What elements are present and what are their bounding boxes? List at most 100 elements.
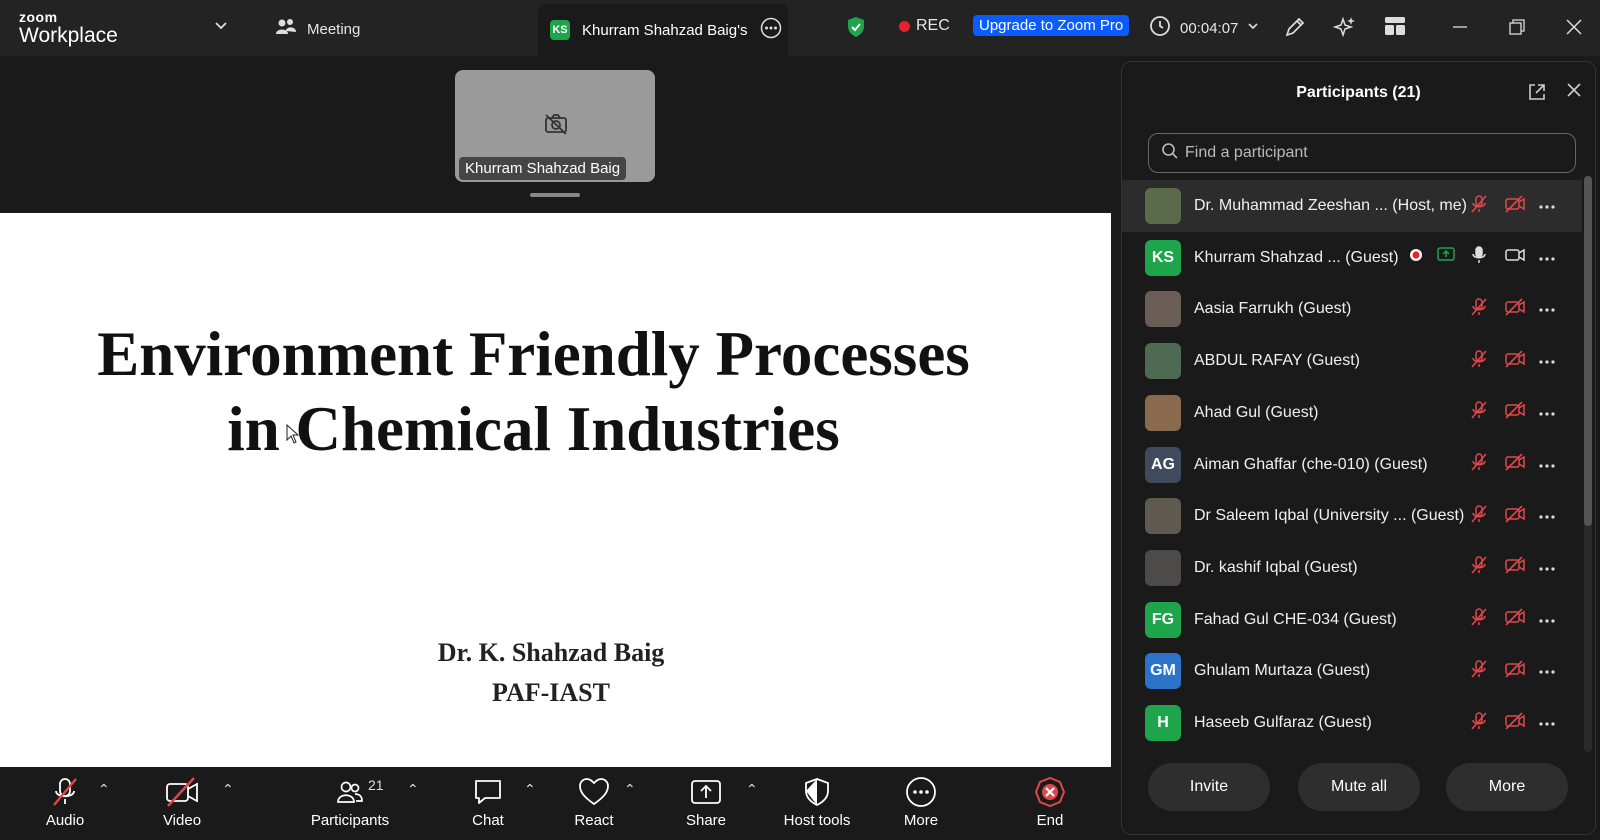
video-off-icon[interactable] — [1504, 504, 1526, 529]
avatar — [1145, 343, 1181, 380]
search-input[interactable] — [1185, 144, 1565, 162]
more-options-icon[interactable] — [1538, 507, 1556, 525]
participant-video-thumbnail[interactable]: Khurram Shahzad Baig — [455, 70, 655, 182]
more-button[interactable]: More — [876, 775, 966, 829]
share-button[interactable]: Share — [661, 775, 751, 829]
mic-icon[interactable] — [1470, 245, 1488, 270]
more-options-icon[interactable] — [1538, 714, 1556, 732]
video-off-icon[interactable] — [1504, 711, 1526, 736]
participants-button[interactable]: 21 Participants — [305, 775, 395, 829]
video-off-icon[interactable] — [1504, 194, 1526, 219]
participant-row[interactable]: KS Khurram Shahzad ... (Guest) — [1122, 232, 1582, 284]
resize-handle[interactable] — [530, 193, 580, 197]
participants-options-caret-icon[interactable]: ⌃ — [407, 781, 419, 798]
video-off-icon[interactable] — [1504, 297, 1526, 322]
participant-name: ABDUL RAFAY (Guest) — [1194, 352, 1360, 370]
participants-title: Participants (21) — [1296, 84, 1421, 101]
participant-row[interactable]: ABDUL RAFAY (Guest) — [1122, 335, 1582, 387]
scrollbar-thumb[interactable] — [1584, 176, 1592, 526]
video-off-icon[interactable] — [1504, 452, 1526, 477]
participants-icon: 21 — [336, 775, 384, 809]
participant-row[interactable]: Dr Saleem Iqbal (University ... (Guest) — [1122, 490, 1582, 542]
participant-row[interactable]: Aasia Farrukh (Guest) — [1122, 283, 1582, 335]
apps-grid-icon[interactable] — [1384, 15, 1406, 37]
muted-mic-icon[interactable] — [1470, 607, 1488, 632]
chat-button[interactable]: Chat — [443, 775, 533, 829]
muted-mic-icon[interactable] — [1470, 194, 1488, 219]
chevron-down-icon[interactable] — [212, 16, 230, 34]
tab-avatar: KS — [550, 20, 570, 40]
video-off-icon[interactable] — [1504, 659, 1526, 684]
share-options-caret-icon[interactable]: ⌃ — [746, 781, 758, 798]
rec-dot-icon — [899, 20, 910, 32]
participant-row[interactable]: GM Ghulam Murtaza (Guest) — [1122, 645, 1582, 697]
upgrade-button[interactable]: Upgrade to Zoom Pro — [973, 15, 1130, 36]
chat-icon — [473, 775, 503, 809]
muted-mic-icon[interactable] — [1470, 659, 1488, 684]
react-options-caret-icon[interactable]: ⌃ — [624, 781, 636, 798]
participant-row[interactable]: Dr. kashif Iqbal (Guest) — [1122, 542, 1582, 594]
muted-mic-icon[interactable] — [1470, 555, 1488, 580]
mute-all-button[interactable]: Mute all — [1298, 763, 1420, 811]
video-button[interactable]: Video — [137, 775, 227, 829]
security-shield-icon[interactable] — [846, 16, 866, 38]
participant-row[interactable]: AG Aiman Ghaffar (che-010) (Guest) — [1122, 439, 1582, 491]
participant-list-scrollbar[interactable] — [1584, 176, 1592, 752]
host-tools-button[interactable]: Host tools — [772, 775, 862, 829]
invite-button[interactable]: Invite — [1148, 763, 1270, 811]
muted-mic-icon[interactable] — [1470, 349, 1488, 374]
more-options-icon[interactable] — [1538, 249, 1556, 267]
end-meeting-button[interactable]: End — [1005, 775, 1095, 829]
chevron-down-icon — [1246, 19, 1260, 38]
video-off-icon[interactable] — [1504, 349, 1526, 374]
more-options-icon[interactable] — [1538, 662, 1556, 680]
meeting-tab[interactable]: Meeting — [275, 16, 360, 43]
muted-mic-icon[interactable] — [1470, 297, 1488, 322]
participant-name: Aiman Ghaffar (che-010) (Guest) — [1194, 455, 1428, 473]
slide-author: Dr. K. Shahzad Baig — [437, 638, 665, 667]
video-off-icon[interactable] — [1504, 555, 1526, 580]
slide-author-block: Dr. K. Shahzad Baig PAF-IAST — [0, 633, 1102, 713]
more-options-icon[interactable] — [1538, 559, 1556, 577]
video-icon[interactable] — [1504, 245, 1526, 270]
audio-options-caret-icon[interactable]: ⌃ — [98, 781, 110, 798]
more-options-icon[interactable] — [1538, 611, 1556, 629]
popout-icon[interactable] — [1527, 82, 1547, 107]
more-options-icon[interactable] — [1538, 300, 1556, 318]
video-off-icon[interactable] — [1504, 400, 1526, 425]
muted-mic-icon[interactable] — [1470, 400, 1488, 425]
ai-companion-icon[interactable] — [1333, 15, 1357, 39]
close-window-icon[interactable] — [1565, 18, 1583, 36]
participant-search[interactable] — [1148, 133, 1576, 173]
minimize-icon[interactable] — [1451, 18, 1469, 36]
more-options-icon[interactable] — [1538, 456, 1556, 474]
participant-row[interactable]: Ahad Gul (Guest) — [1122, 387, 1582, 439]
participant-row[interactable]: Dr. Muhammad Zeeshan ... (Host, me) — [1122, 180, 1582, 232]
muted-mic-icon — [50, 775, 80, 809]
video-options-caret-icon[interactable]: ⌃ — [222, 781, 234, 798]
annotate-pen-icon[interactable] — [1283, 15, 1307, 39]
meeting-timer[interactable]: 00:04:07 — [1149, 15, 1260, 42]
restore-icon[interactable] — [1508, 18, 1526, 36]
video-off-icon[interactable] — [1504, 607, 1526, 632]
participant-name: Haseeb Gulfaraz (Guest) — [1194, 714, 1372, 731]
panel-more-button[interactable]: More — [1446, 763, 1568, 811]
more-options-icon[interactable] — [1538, 352, 1556, 370]
participant-row[interactable]: FG Fahad Gul CHE-034 (Guest) — [1122, 594, 1582, 646]
muted-mic-icon[interactable] — [1470, 452, 1488, 477]
slide-title: Environment Friendly Processes in Chemic… — [97, 319, 970, 464]
chat-options-caret-icon[interactable]: ⌃ — [524, 781, 536, 798]
muted-mic-icon[interactable] — [1470, 711, 1488, 736]
more-options-icon[interactable] — [1538, 404, 1556, 422]
participant-row[interactable] — [1122, 749, 1582, 750]
participants-header: Participants (21) — [1122, 62, 1595, 124]
more-options-icon[interactable] — [1538, 197, 1556, 215]
avatar: H — [1145, 705, 1181, 741]
close-panel-icon[interactable] — [1565, 81, 1583, 104]
muted-mic-icon[interactable] — [1470, 504, 1488, 529]
audio-button[interactable]: Audio — [20, 775, 110, 829]
ellipsis-icon[interactable] — [760, 17, 782, 44]
recording-indicator[interactable]: REC — [899, 17, 950, 35]
participant-row[interactable]: H Haseeb Gulfaraz (Guest) — [1122, 697, 1582, 749]
active-meeting-tab[interactable]: KS Khurram Shahzad Baig's s — [538, 4, 788, 56]
